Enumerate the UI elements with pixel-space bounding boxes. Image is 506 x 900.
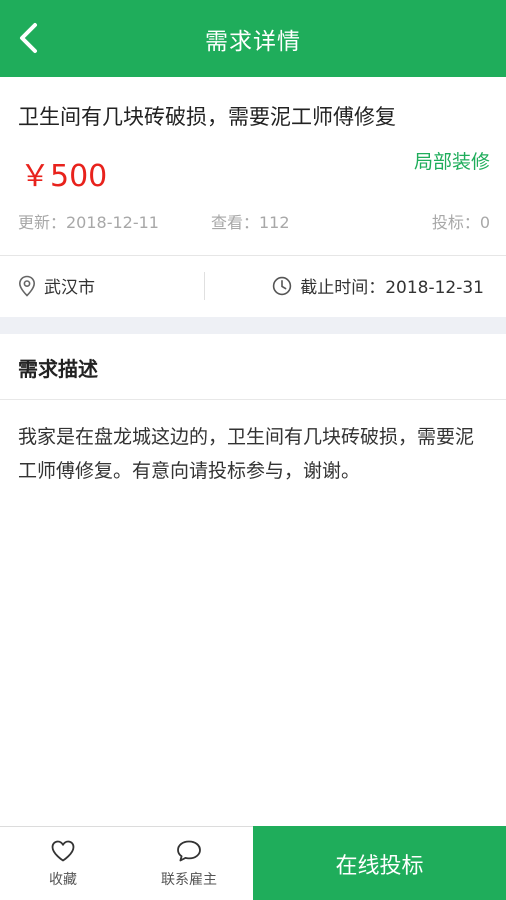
back-button[interactable] [6, 14, 50, 62]
section-title: 需求描述 [18, 357, 98, 381]
view-count: 查看：112 [211, 213, 290, 232]
location: 武汉市 [18, 273, 95, 298]
top-app-bar: 需求详情 [0, 0, 506, 77]
location-deadline-row: 武汉市 截止时间：2018-12-31 [0, 255, 506, 317]
bid-count: 投标：0 [431, 213, 490, 232]
location-pin-icon [18, 275, 36, 297]
updated-date: 更新：2018-12-11 [18, 213, 159, 232]
city-name: 武汉市 [44, 278, 95, 298]
description-section-header: 需求描述 [0, 334, 506, 400]
page-title: 需求详情 [205, 28, 301, 55]
job-meta-row: 更新：2018-12-11 查看：112 投标：0 [18, 209, 490, 233]
favorite-label: 收藏 [49, 872, 77, 888]
contact-employer-button[interactable]: 联系雇主 [126, 827, 252, 900]
online-bid-button[interactable]: 在线投标 [253, 826, 506, 900]
job-title: 卫生间有几块砖破损，需要泥工师傅修复 [18, 105, 396, 129]
category-tag[interactable]: 局部装修 [414, 147, 490, 174]
section-separator [0, 317, 506, 334]
deadline-text: 截止时间：2018-12-31 [300, 278, 484, 298]
heart-icon [51, 840, 75, 862]
contact-label: 联系雇主 [161, 872, 217, 888]
deadline: 截止时间：2018-12-31 [272, 273, 484, 298]
job-price: ￥500 [20, 159, 108, 194]
description-text: 我家是在盘龙城这边的，卫生间有几块砖破损，需要泥工师傅修复。有意向请投标参与，谢… [18, 426, 475, 482]
job-detail-screen: 需求详情 卫生间有几块砖破损，需要泥工师傅修复 ￥500 局部装修 更新：201… [0, 0, 506, 900]
chevron-left-icon [20, 23, 37, 53]
job-summary: 卫生间有几块砖破损，需要泥工师傅修复 ￥500 局部装修 更新：2018-12-… [0, 77, 506, 255]
bottom-action-bar: 收藏 联系雇主 在线投标 [0, 826, 506, 900]
row-divider [204, 272, 205, 300]
favorite-button[interactable]: 收藏 [0, 827, 126, 900]
clock-icon [273, 276, 292, 295]
chat-bubble-icon [177, 840, 201, 862]
